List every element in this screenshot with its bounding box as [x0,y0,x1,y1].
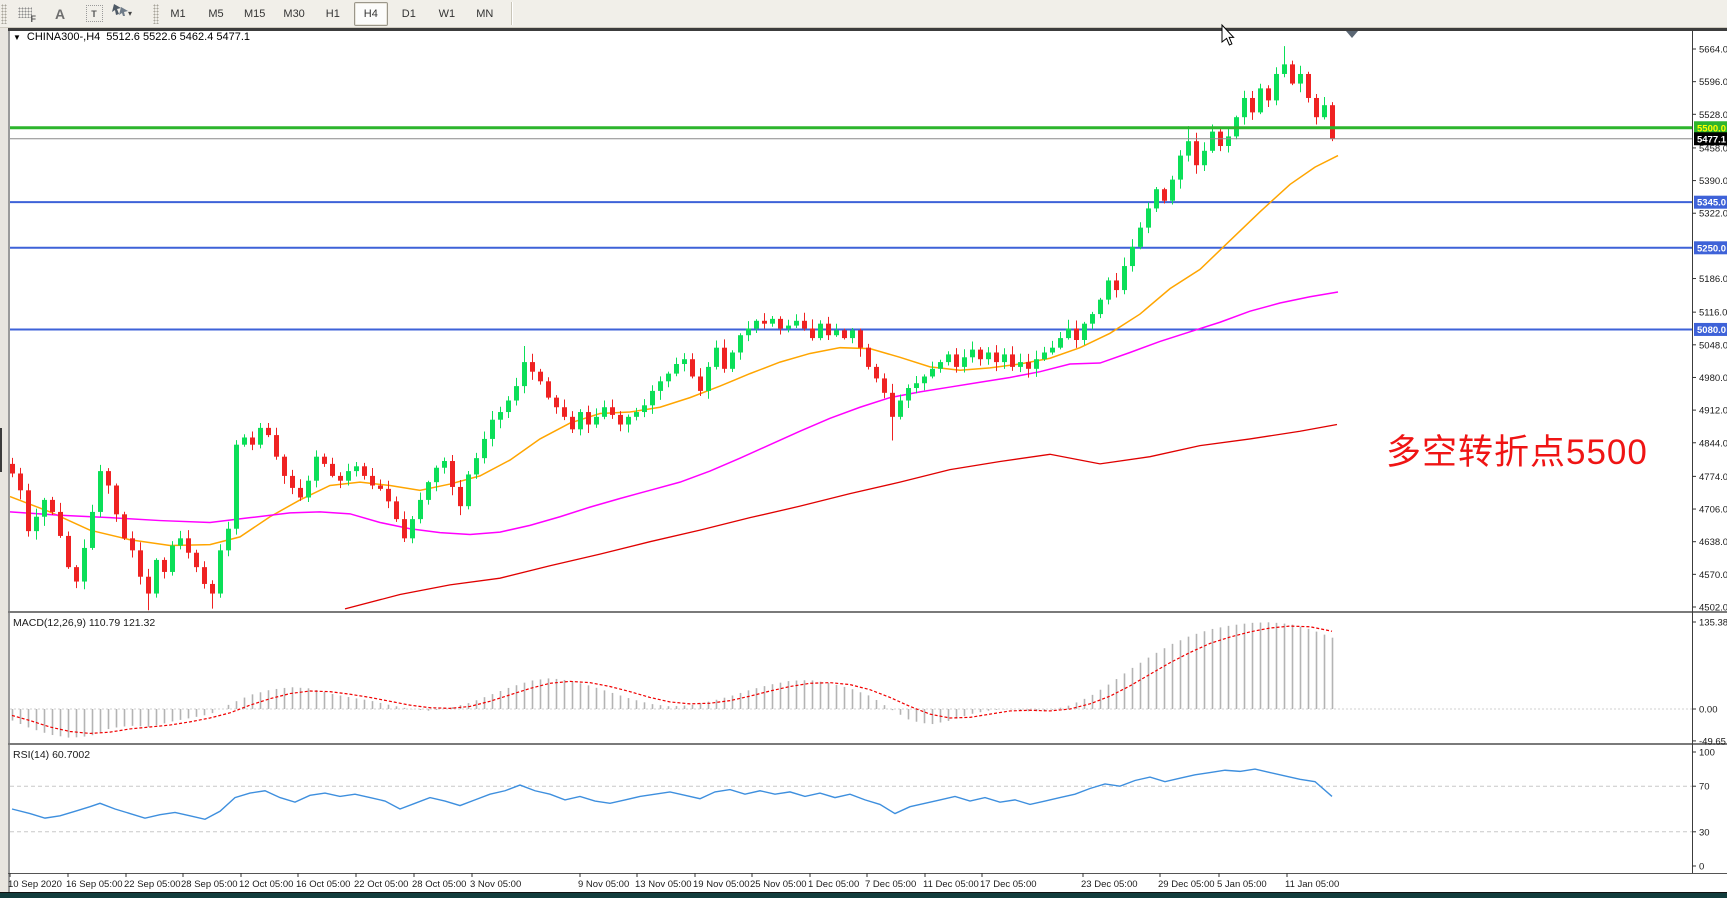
macd-axis-label: 135.38 [1699,618,1727,629]
time-axis-label: 16 Oct 05:00 [296,879,350,890]
chart-window-top-border [8,28,1727,31]
price-badge-label: 5250.0 [1697,243,1726,254]
rsi-axis-label: 30 [1699,827,1710,838]
symbol-period-label: CHINA300-,H4 [27,31,100,43]
price-badge-label: 5080.0 [1697,325,1726,336]
time-axis-label: 28 Oct 05:00 [412,879,466,890]
price-badge-5345.0: 5345.0 [1694,196,1727,209]
bottom-window-edge [0,893,1727,898]
price-badge-5477.1: 5477.1 [1694,132,1727,145]
time-axis-label: 11 Jan 05:00 [1285,879,1339,890]
price-axis-label: 4774.0 [1699,472,1727,483]
rsi-line [12,769,1332,819]
price-axis-label: 4980.0 [1699,373,1727,384]
time-axis-label: 19 Nov 05:00 [693,879,750,890]
price-axis-label: 5048.0 [1699,340,1727,351]
time-axis-label: 22 Oct 05:00 [354,879,408,890]
price-axis-label: 5528.0 [1699,110,1727,121]
rsi-axis-label: 70 [1699,782,1710,793]
macd-pane[interactable] [10,622,1692,737]
price-axis: 5664.05596.05528.05458.05390.05322.05186… [1692,45,1727,873]
time-axis-label: 12 Oct 05:00 [239,879,293,890]
time-axis-label: 16 Sep 05:00 [66,879,123,890]
price-axis-label: 5186.0 [1699,274,1727,285]
time-axis-label: 28 Sep 05:00 [181,879,238,890]
macd-signal-line [12,626,1332,733]
macd-indicator-label: MACD(12,26,9) 110.79 121.32 [13,617,155,629]
time-axis-label: 25 Nov 05:00 [750,879,807,890]
price-axis-label: 4570.0 [1699,570,1727,581]
time-axis-label: 1 Dec 05:00 [808,879,859,890]
chart-title: ▼ CHINA300-,H4 5512.6 5522.6 5462.4 5477… [13,31,250,43]
price-axis-label: 4638.0 [1699,537,1727,548]
price-badge-label: 5345.0 [1697,198,1726,209]
time-axis-label: 23 Dec 05:00 [1081,879,1138,890]
price-axis-label: 4844.0 [1699,438,1727,449]
main-price-pane[interactable] [10,46,1692,610]
rsi-axis-label: 100 [1699,748,1715,759]
mt4-application-window: F A T ▾ M1M5M15M30H1H4D1W1MN ▼ CHINA300-… [0,0,1727,898]
time-axis: 10 Sep 2020 16 Sep 05:0022 Sep 05:0028 Se… [8,873,1339,890]
ma-mid-magenta[interactable] [10,292,1338,535]
time-axis-label: 13 Nov 05:00 [635,879,692,890]
time-axis-label: 5 Jan 05:00 [1217,879,1267,890]
price-axis-label: 5390.0 [1699,176,1727,187]
price-axis-label: 4706.0 [1699,505,1727,516]
time-axis-label: 22 Sep 05:00 [124,879,181,890]
candles-layer [10,46,1335,610]
price-axis-label: 4502.0 [1699,603,1727,614]
time-axis-label: 17 Dec 05:00 [980,879,1037,890]
macd-axis-label: -49.65 [1699,736,1726,747]
rsi-pane[interactable] [10,769,1692,832]
price-axis-label: 5664.0 [1699,45,1727,56]
time-axis-label: 7 Dec 05:00 [865,879,916,890]
time-axis-label: 11 Dec 05:00 [923,879,979,890]
chart-shift-marker-icon[interactable] [1346,31,1358,38]
price-badge-5250.0: 5250.0 [1694,241,1727,254]
time-axis-label: 10 Sep 2020 [8,879,62,890]
ohlc-values: 5512.6 5522.6 5462.4 5477.1 [106,31,250,43]
time-axis-label: 3 Nov 05:00 [470,879,521,890]
rsi-indicator-label: RSI(14) 60.7002 [13,749,90,761]
price-axis-label: 4912.0 [1699,406,1727,417]
price-badge-label: 5477.1 [1697,134,1727,145]
price-axis-label: 5596.0 [1699,77,1727,88]
ma-slow-red[interactable] [345,425,1337,609]
chart-annotation-text: 多空转折点5500 [1386,424,1648,475]
price-axis-label: 5116.0 [1699,308,1727,319]
ma-fast-orange[interactable] [10,156,1338,546]
macd-axis-label: 0.00 [1699,705,1718,716]
collapse-triangle-icon[interactable]: ▼ [13,33,21,42]
time-axis-label: 9 Nov 05:00 [578,879,629,890]
price-axis-label: 5322.0 [1699,209,1727,220]
price-badge-5080.0: 5080.0 [1694,323,1727,336]
time-axis-label: 29 Dec 05:00 [1158,879,1215,890]
rsi-axis-label: 0 [1699,862,1704,873]
